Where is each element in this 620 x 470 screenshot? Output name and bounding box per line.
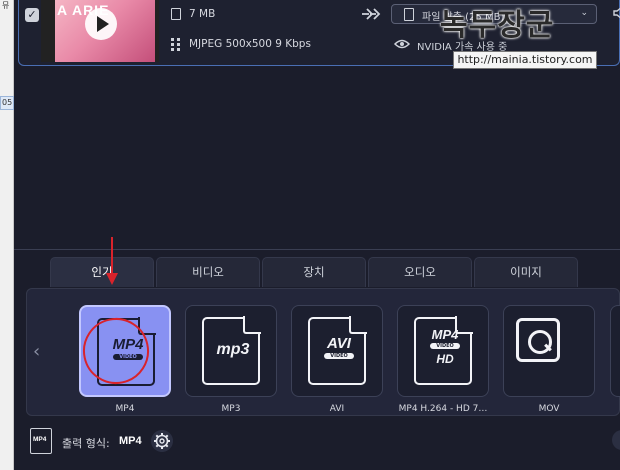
- chevron-left-icon[interactable]: ‹: [33, 341, 40, 362]
- gear-icon[interactable]: [151, 430, 173, 452]
- tab-image[interactable]: 이미지: [474, 257, 578, 287]
- format-icon-text: MP4: [431, 327, 459, 342]
- tab-audio[interactable]: 오디오: [368, 257, 472, 287]
- file-size-icon: [171, 8, 181, 20]
- nvidia-icon: [393, 39, 411, 49]
- convert-arrow-icon: [362, 8, 381, 20]
- watermark-title: 녹두장군: [440, 8, 555, 43]
- video-thumbnail[interactable]: A ARIE: [41, 0, 159, 62]
- zip-file-icon: [404, 8, 414, 21]
- quicktime-icon: [516, 318, 560, 362]
- codec-info: MJPEG 500x500 9 Kbps: [189, 38, 311, 50]
- mp4-hd-file-icon: MP4 VIDEO HD: [414, 316, 473, 385]
- format-icon-text: mp3: [216, 341, 250, 358]
- converter-app: ✓ A ARIE 7 MB MJPEG 500x500 9 Kbps 파일 압축…: [14, 0, 620, 470]
- play-icon[interactable]: [85, 8, 117, 40]
- format-tile-next-partial[interactable]: [610, 305, 620, 397]
- output-format-icon-text: MP4: [33, 436, 47, 443]
- background-window-strip: 뮤 05: [0, 0, 14, 470]
- format-label-avi: AVI: [329, 404, 345, 414]
- format-label-mp4-hd: MP4 H.264 - HD 7…: [398, 404, 488, 414]
- mp3-file-icon: mp3: [202, 316, 261, 385]
- format-badge: VIDEO: [430, 343, 460, 349]
- output-format-value: MP4: [119, 435, 142, 447]
- annotation-arrow-icon: [106, 237, 118, 285]
- format-icon-text: AVI: [327, 335, 351, 352]
- output-format-icon: MP4: [30, 428, 52, 454]
- output-format-bar: MP4 출력 형식: MP4: [30, 428, 620, 456]
- chevron-down-icon: ⌄: [580, 8, 588, 18]
- format-tile-mov[interactable]: [503, 305, 595, 397]
- output-format-label: 출력 형식:: [62, 437, 110, 450]
- codec-icon: [171, 38, 181, 51]
- format-sub-text: HD: [436, 352, 454, 366]
- tab-video[interactable]: 비디오: [156, 257, 260, 287]
- format-badge: VIDEO: [324, 353, 354, 359]
- strip-text-top: 뮤: [2, 1, 10, 10]
- format-label-mov: MOV: [538, 404, 560, 414]
- format-tile-mp3[interactable]: mp3: [185, 305, 277, 397]
- tab-device[interactable]: 장치: [262, 257, 366, 287]
- strip-text-row: 05: [2, 98, 13, 107]
- format-tile-mp4-hd[interactable]: MP4 VIDEO HD: [397, 305, 489, 397]
- format-label-mp3: MP3: [221, 404, 241, 414]
- side-button-partial[interactable]: [612, 430, 620, 450]
- screen: 뮤 05 ✓ A ARIE 7 MB MJPEG 500x500 9 Kbps: [0, 0, 620, 470]
- file-size: 7 MB: [189, 8, 216, 20]
- avi-file-icon: AVI VIDEO: [308, 316, 367, 385]
- file-checkbox[interactable]: ✓: [25, 8, 39, 22]
- format-label-mp4: MP4: [115, 404, 135, 414]
- format-tile-avi[interactable]: AVI VIDEO: [291, 305, 383, 397]
- watermark-url: http://mainia.tistory.com: [453, 51, 597, 69]
- tab-popular[interactable]: 인기: [50, 257, 154, 287]
- volume-icon[interactable]: [613, 6, 620, 20]
